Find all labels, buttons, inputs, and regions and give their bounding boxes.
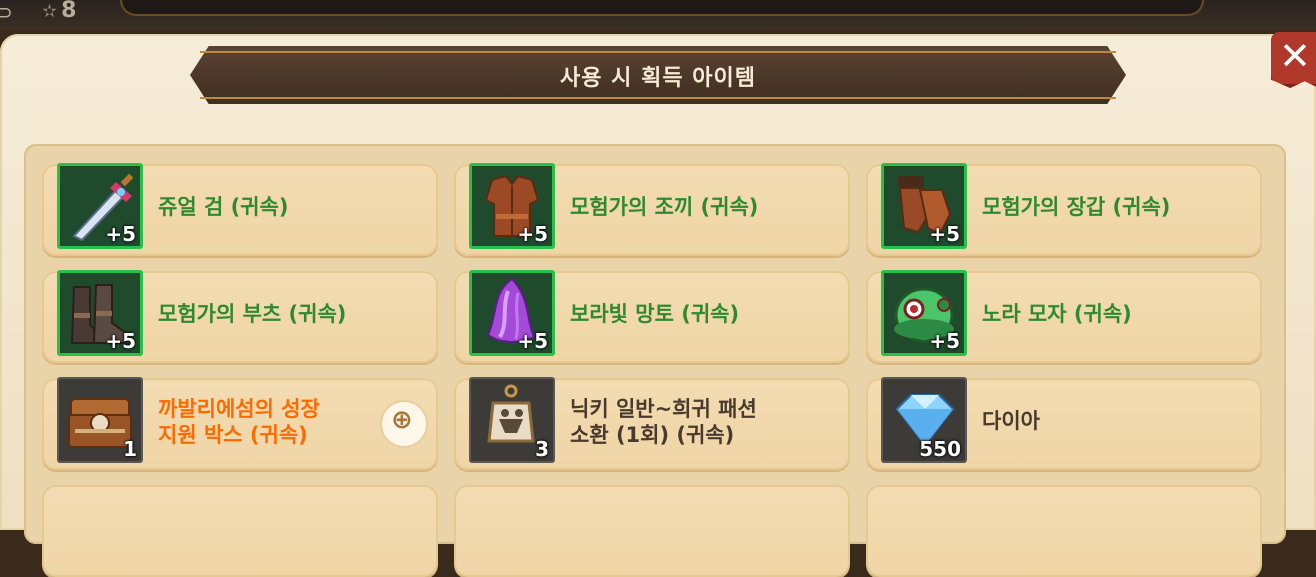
cape-icon[interactable]: +5 [469, 270, 555, 356]
top-stat: ✫ 8 [42, 0, 76, 23]
item-name-line1: 닉키 일반~희귀 패션 [570, 397, 757, 421]
top-left-icon: ⊃ [0, 0, 13, 24]
summon-lantern-icon[interactable]: 3 [469, 377, 555, 463]
list-item[interactable]: 550 다이아 [866, 377, 1262, 470]
item-name: 보라빛 망토 (귀속) [570, 302, 740, 326]
list-item-empty [454, 485, 850, 577]
item-name-line2: 지원 박스 (귀속) [158, 423, 308, 447]
item-list[interactable]: +5 쥬얼 검 (귀속) +5 모험가의 조끼 (귀속) +5 모험가의 장갑 … [24, 144, 1286, 577]
zoom-in-icon[interactable]: ⊕ [391, 405, 413, 435]
star-icon: ✫ [42, 1, 58, 22]
item-qty: 3 [535, 437, 549, 461]
list-item[interactable]: +5 보라빛 망토 (귀속) [454, 270, 850, 363]
item-qty: +5 [105, 222, 136, 246]
list-item[interactable]: +5 쥬얼 검 (귀속) [42, 163, 438, 256]
list-item[interactable]: +5 모험가의 장갑 (귀속) [866, 163, 1262, 256]
item-name: 쥬얼 검 (귀속) [158, 195, 289, 219]
top-frame [120, 0, 1204, 16]
item-name: 모험가의 장갑 (귀속) [982, 195, 1171, 219]
item-qty: +5 [929, 222, 960, 246]
item-name: 노라 모자 (귀속) [982, 302, 1132, 326]
item-name: 모험가의 조끼 (귀속) [570, 195, 759, 219]
item-qty: 550 [919, 437, 961, 461]
close-icon[interactable]: ✕ [1279, 34, 1311, 78]
list-item[interactable]: +5 모험가의 조끼 (귀속) [454, 163, 850, 256]
item-qty: +5 [517, 222, 548, 246]
list-item-empty [42, 485, 438, 577]
gloves-icon[interactable]: +5 [881, 163, 967, 249]
item-qty: +5 [105, 329, 136, 353]
list-item[interactable]: +5 모험가의 부츠 (귀속) [42, 270, 438, 363]
item-qty: +5 [517, 329, 548, 353]
item-name: 닉키 일반~희귀 패션 소환 (1회) (귀속) [570, 396, 757, 448]
boots-icon[interactable]: +5 [57, 270, 143, 356]
item-name-line2: 소환 (1회) (귀속) [570, 423, 735, 447]
diamond-icon[interactable]: 550 [881, 377, 967, 463]
item-name: 까발리에섬의 성장 지원 박스 (귀속) [158, 396, 320, 448]
list-item[interactable]: +5 노라 모자 (귀속) [866, 270, 1262, 363]
list-item[interactable]: 1 까발리에섬의 성장 지원 박스 (귀속) ⊕ [42, 377, 438, 470]
hat-icon[interactable]: +5 [881, 270, 967, 356]
sword-icon[interactable]: +5 [57, 163, 143, 249]
item-qty: 1 [123, 437, 137, 461]
item-name-line1: 까발리에섬의 성장 [158, 397, 320, 421]
list-item-empty [866, 485, 1262, 577]
top-stat-value: 8 [61, 0, 77, 23]
close-button[interactable]: ✕ [1271, 32, 1316, 88]
chest-icon[interactable]: 1 [57, 377, 143, 463]
vest-icon[interactable]: +5 [469, 163, 555, 249]
item-qty: +5 [929, 329, 960, 353]
item-name: 모험가의 부츠 (귀속) [158, 302, 347, 326]
popup-title: 사용 시 획득 아이템 [560, 66, 756, 91]
item-name: 다이아 [982, 409, 1040, 433]
list-item[interactable]: 3 닉키 일반~희귀 패션 소환 (1회) (귀속) [454, 377, 850, 470]
top-status-bar: ⊃ ✫ 8 [0, 0, 1316, 30]
zoom-button[interactable]: ⊕ [382, 402, 426, 446]
